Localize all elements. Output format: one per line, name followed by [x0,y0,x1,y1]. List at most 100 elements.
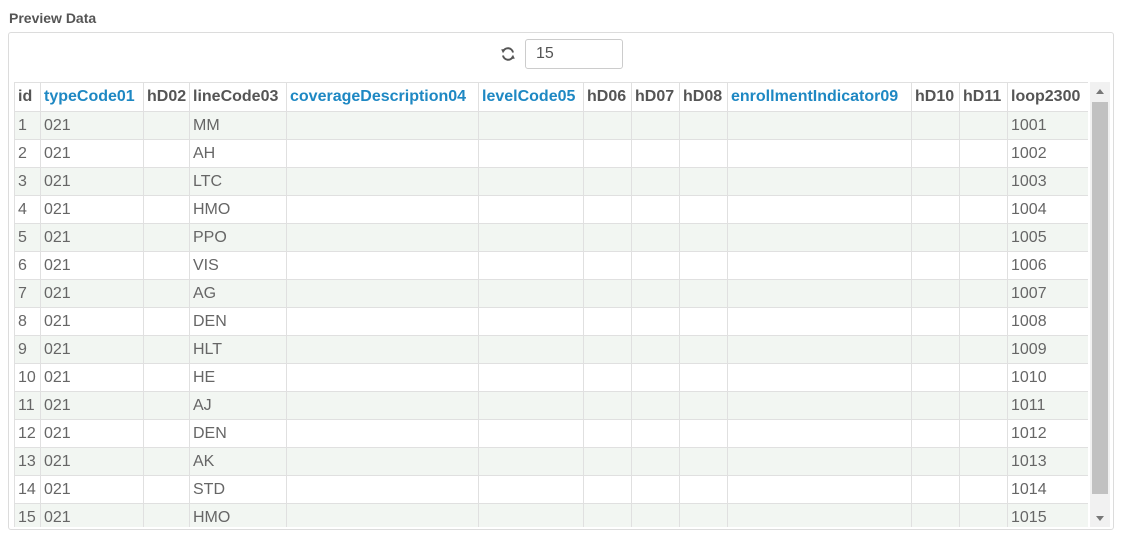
table-cell: AG [189,279,287,308]
table-cell [143,419,190,448]
column-header-typecode01[interactable]: typeCode01 [40,82,144,112]
preview-panel: idtypeCode01hD02lineCode03coverageDescri… [8,32,1114,530]
table-cell [959,335,1008,364]
table-cell [679,391,728,420]
column-header-loop2300: loop2300 [1007,82,1088,112]
table-row[interactable]: 13 021 AK 1013 [14,447,1088,476]
scroll-down-arrow[interactable] [1090,509,1110,527]
table-cell: 1004 [1007,195,1088,224]
table-row[interactable]: 1 021 MM 1001 [14,111,1088,140]
table-row[interactable]: 10 021 HE 1010 [14,363,1088,392]
column-header-enrollmentindicator09[interactable]: enrollmentIndicator09 [727,82,912,112]
table-cell: 5 [14,223,41,252]
vertical-scrollbar[interactable] [1090,82,1110,527]
table-cell [679,139,728,168]
table-cell [631,307,680,336]
table-cell: 1007 [1007,279,1088,308]
table-cell [959,363,1008,392]
table-cell: 1009 [1007,335,1088,364]
table-cell [727,363,912,392]
table-row[interactable]: 9 021 HLT 1009 [14,335,1088,364]
table-cell [478,475,584,504]
table-cell [959,223,1008,252]
table-cell [583,503,632,527]
table-cell: STD [189,475,287,504]
table-cell [583,391,632,420]
table-row[interactable]: 11 021 AJ 1011 [14,391,1088,420]
table-cell [679,475,728,504]
table-cell [583,447,632,476]
table-cell: 021 [40,111,144,140]
table-cell [631,503,680,527]
table-cell [583,223,632,252]
table-cell: 2 [14,139,41,168]
table-header-row: id typeCode01 hD02 lineCode03 coverageDescri… [14,82,1088,112]
table-row[interactable]: 6 021 VIS 1006 [14,251,1088,280]
table-row[interactable]: 14 021 STD 1014 [14,475,1088,504]
table-cell: 021 [40,307,144,336]
table-cell [631,279,680,308]
table-cell [959,139,1008,168]
table-cell [727,279,912,308]
preview-controls [499,38,623,70]
table-cell: AK [189,447,287,476]
table-cell: DEN [189,307,287,336]
table-row[interactable]: 7 021 AG 1007 [14,279,1088,308]
table-cell [679,167,728,196]
table-cell [727,195,912,224]
table-cell [286,391,479,420]
table-cell [679,307,728,336]
table-cell: 1006 [1007,251,1088,280]
table-cell [478,111,584,140]
table-cell [679,419,728,448]
table-cell: PPO [189,223,287,252]
table-row[interactable]: 2 021 AH 1002 [14,139,1088,168]
table-cell [631,363,680,392]
table-cell [727,447,912,476]
table-cell [286,363,479,392]
table-cell [631,167,680,196]
table-cell [959,475,1008,504]
table-cell [143,139,190,168]
scrollbar-thumb[interactable] [1092,102,1108,494]
table-cell: LTC [189,167,287,196]
table-cell: 1001 [1007,111,1088,140]
column-header-coveragedescription04[interactable]: coverageDescription04 [286,82,479,112]
table-cell [631,447,680,476]
table-cell: 021 [40,391,144,420]
table-cell [911,223,960,252]
table-cell: 1015 [1007,503,1088,527]
column-header-levelcode05[interactable]: levelCode05 [478,82,584,112]
column-header-id: id [14,82,41,112]
table-cell [911,195,960,224]
table-cell: 021 [40,139,144,168]
table-cell: 1014 [1007,475,1088,504]
table-row[interactable]: 5 021 PPO 1005 [14,223,1088,252]
table-row[interactable]: 4 021 HMO 1004 [14,195,1088,224]
table-cell [478,447,584,476]
table-cell [679,335,728,364]
table-cell [478,195,584,224]
table-cell [727,475,912,504]
table-cell [286,167,479,196]
row-count-input[interactable] [525,39,623,69]
table-cell [478,307,584,336]
table-cell [631,475,680,504]
refresh-icon[interactable] [499,45,517,63]
table-cell [727,419,912,448]
table-cell: 021 [40,251,144,280]
table-cell: HMO [189,195,287,224]
table-cell: 021 [40,223,144,252]
table-row[interactable]: 8 021 DEN 1008 [14,307,1088,336]
scroll-up-arrow[interactable] [1090,82,1110,100]
table-cell: DEN [189,419,287,448]
table-row[interactable]: 15 021 HMO 1015 [14,503,1088,527]
table-row[interactable]: 3 021 LTC 1003 [14,167,1088,196]
table-cell [911,111,960,140]
table-cell: 10 [14,363,41,392]
table-cell: HLT [189,335,287,364]
table-cell: 1010 [1007,363,1088,392]
table-cell [143,251,190,280]
table-row[interactable]: 12 021 DEN 1012 [14,419,1088,448]
table-cell [679,111,728,140]
